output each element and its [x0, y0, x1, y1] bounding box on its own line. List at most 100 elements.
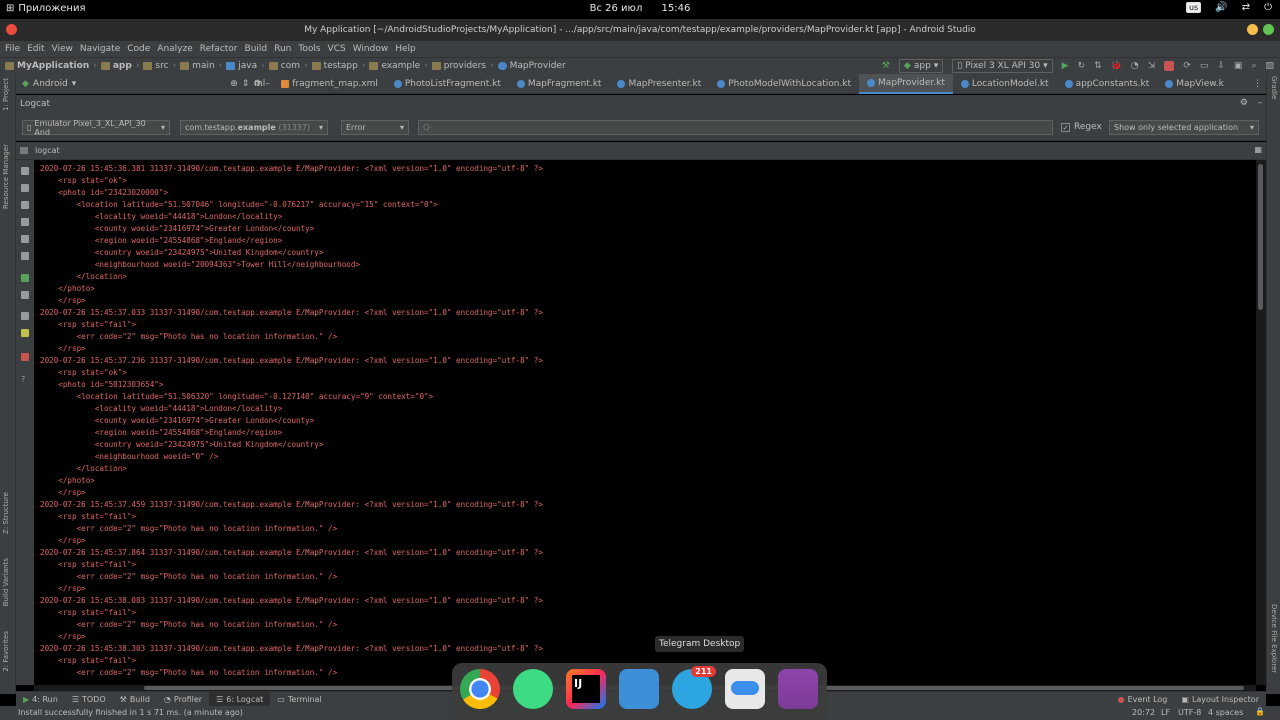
- editor-tab[interactable]: LocationModel.kt: [953, 74, 1057, 94]
- menu-code[interactable]: Code: [127, 44, 150, 54]
- screen-record-icon[interactable]: [21, 329, 29, 337]
- soft-wrap-icon[interactable]: [21, 235, 29, 243]
- breadcrumb-mapprovider[interactable]: MapProvider: [497, 61, 566, 71]
- lock-icon[interactable]: 🔒: [1255, 707, 1265, 716]
- editor-tab[interactable]: PhotoModelWithLocation.kt: [709, 74, 859, 94]
- gradle-tool-button[interactable]: Gradle: [1270, 76, 1278, 99]
- menu-navigate[interactable]: Navigate: [80, 44, 120, 54]
- search-icon[interactable]: ⌕: [1251, 61, 1256, 71]
- hide-icon[interactable]: –: [1258, 98, 1263, 108]
- stop-icon[interactable]: [1164, 60, 1175, 71]
- profiler-tool-button[interactable]: ◔ Profiler: [157, 692, 209, 707]
- layout-inspector-tool-button[interactable]: ▣ Layout Inspector: [1174, 692, 1266, 707]
- event-log-tool-button[interactable]: ● Event Log: [1111, 692, 1175, 707]
- menu-tools[interactable]: Tools: [298, 44, 320, 54]
- todo-tool-button[interactable]: ☰ TODO: [65, 692, 113, 707]
- locate-icon[interactable]: ⊕: [230, 79, 238, 89]
- file-encoding[interactable]: UTF-8: [1178, 708, 1201, 717]
- breadcrumb-app[interactable]: app: [100, 61, 132, 71]
- system-tray[interactable]: us 🔊 ⇄ ⏻: [1185, 2, 1272, 13]
- power-icon[interactable]: ⏻: [1264, 2, 1272, 13]
- menu-window[interactable]: Window: [353, 44, 389, 54]
- debug-icon[interactable]: 🐞: [1111, 61, 1122, 71]
- device-selector[interactable]: ▯ Emulator Pixel_3_XL_API_30 And ▾: [22, 119, 170, 137]
- workspaces-icon[interactable]: [619, 669, 659, 709]
- status-message[interactable]: Install successfully finished in 1 s 71 …: [18, 708, 243, 717]
- gear-icon[interactable]: ⚙: [1240, 98, 1248, 108]
- network-icon[interactable]: ⇄: [1242, 2, 1250, 13]
- breadcrumb-com[interactable]: com: [268, 61, 300, 71]
- resource-manager-tool-button[interactable]: Resource Manager: [2, 144, 10, 209]
- build-variants-tool-button[interactable]: Build Variants: [2, 558, 10, 606]
- structure-tool-button[interactable]: Z: Structure: [2, 492, 10, 534]
- indent-setting[interactable]: 4 spaces: [1208, 708, 1243, 717]
- favorites-tool-button[interactable]: 2: Favorites: [2, 631, 10, 672]
- screenshot-icon[interactable]: [21, 312, 29, 320]
- scrollbar-thumb[interactable]: [1258, 164, 1263, 310]
- ide-update-icon[interactable]: ▨: [1265, 61, 1274, 71]
- menu-analyze[interactable]: Analyze: [157, 44, 192, 54]
- avd-manager-icon[interactable]: ▭: [1200, 61, 1209, 71]
- terminate-icon[interactable]: [21, 353, 29, 361]
- terminal-tool-button[interactable]: ▭ Terminal: [270, 692, 328, 707]
- menu-run[interactable]: Run: [274, 44, 291, 54]
- editor-tab[interactable]: MapFragment.kt: [509, 74, 610, 94]
- run-icon[interactable]: ▶: [1062, 61, 1069, 71]
- project-tool-button[interactable]: 1: Project: [2, 78, 10, 111]
- editor-tab[interactable]: MapView.k: [1157, 74, 1232, 94]
- apply-changes-icon[interactable]: ↻: [1078, 61, 1086, 71]
- close-button[interactable]: [6, 24, 17, 35]
- caret-position[interactable]: 20:72: [1132, 708, 1155, 717]
- breadcrumb-java[interactable]: java: [226, 61, 257, 71]
- logcat-output[interactable]: 2020-07-26 15:45:36.381 31337-31490/com.…: [34, 160, 1256, 685]
- menu-view[interactable]: View: [52, 44, 73, 54]
- run-configuration-select[interactable]: ◆ app ▾: [898, 58, 944, 73]
- layout-inspector-icon[interactable]: ▣: [1234, 61, 1243, 71]
- keyboard-layout-indicator[interactable]: us: [1185, 2, 1202, 13]
- maximize-button[interactable]: [1263, 24, 1274, 35]
- breadcrumb-src[interactable]: src: [143, 61, 169, 71]
- attach-debugger-icon[interactable]: ⇲: [1148, 61, 1156, 71]
- minimize-button[interactable]: [1247, 24, 1258, 35]
- menu-file[interactable]: File: [5, 44, 20, 54]
- apply-code-changes-icon[interactable]: ⇅: [1094, 61, 1102, 71]
- down-arrow-icon[interactable]: [21, 218, 29, 226]
- sdk-manager-icon[interactable]: ⇩: [1217, 61, 1225, 71]
- line-separator[interactable]: LF: [1161, 708, 1170, 717]
- vertical-scrollbar[interactable]: [1256, 160, 1266, 685]
- editor-tab[interactable]: ml: [246, 74, 273, 94]
- menu-help[interactable]: Help: [395, 44, 416, 54]
- breadcrumb-project[interactable]: MyApplication: [5, 61, 89, 71]
- telegram-icon[interactable]: 211: [672, 666, 716, 709]
- intellij-idea-eap-icon[interactable]: IJ: [566, 669, 606, 709]
- chrome-icon[interactable]: [460, 669, 500, 709]
- up-arrow-icon[interactable]: [21, 201, 29, 209]
- log-level-selector[interactable]: Error ▾: [341, 120, 409, 135]
- regex-checkbox[interactable]: ✓ Regex: [1061, 122, 1102, 132]
- project-view-selector[interactable]: ◆ Android ▾ ⊕ ⇕ ⚙ –: [16, 79, 270, 89]
- settings-toggle-icon[interactable]: [725, 669, 765, 709]
- android-studio-icon[interactable]: [513, 669, 553, 709]
- editor-tab[interactable]: fragment_map.xml: [273, 74, 386, 94]
- menu-vcs[interactable]: VCS: [328, 44, 346, 54]
- help-icon[interactable]: ?: [21, 375, 29, 384]
- logcat-tab[interactable]: logcat: [35, 146, 60, 155]
- breadcrumb-example[interactable]: example: [369, 61, 420, 71]
- tab-overflow-icon[interactable]: ⋮: [1253, 79, 1266, 89]
- breadcrumb-providers[interactable]: providers: [431, 61, 486, 71]
- logcat-search-input[interactable]: Q-: [418, 120, 1053, 135]
- hammer-icon[interactable]: ⚒: [882, 61, 890, 71]
- gear-icon[interactable]: [21, 291, 29, 299]
- editor-tab[interactable]: PhotoListFragment.kt: [386, 74, 509, 94]
- editor-tab[interactable]: appConstants.kt: [1057, 74, 1158, 94]
- menu-refactor[interactable]: Refactor: [200, 44, 238, 54]
- print-icon[interactable]: [21, 252, 29, 260]
- build-tool-button[interactable]: ⚒ Build: [113, 692, 157, 707]
- app-store-icon[interactable]: [778, 669, 818, 709]
- logcat-tool-button[interactable]: ☰ 6: Logcat: [209, 691, 271, 707]
- clear-logcat-icon[interactable]: [21, 167, 29, 175]
- editor-tab-active[interactable]: MapProvider.kt: [859, 73, 953, 94]
- profile-icon[interactable]: ◔: [1131, 61, 1139, 71]
- scroll-to-end-icon[interactable]: [21, 184, 29, 192]
- menu-edit[interactable]: Edit: [27, 44, 44, 54]
